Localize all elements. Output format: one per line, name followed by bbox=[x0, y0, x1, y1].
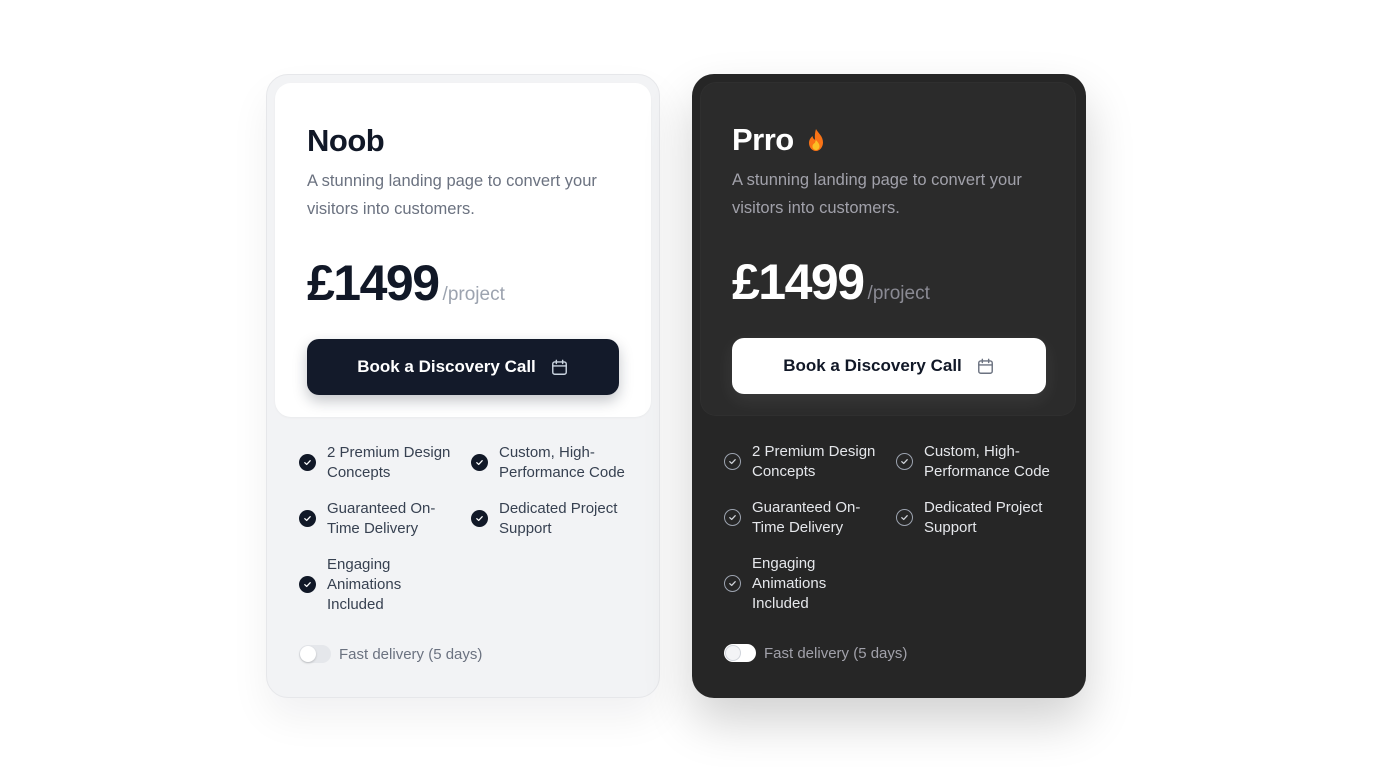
feature-text: Engaging Animations Included bbox=[752, 555, 827, 612]
check-circle-icon bbox=[896, 509, 913, 526]
check-circle-icon bbox=[724, 575, 741, 592]
plan-price: £1499 bbox=[732, 254, 865, 310]
pricing-card-noob: Noob A stunning landing page to convert … bbox=[266, 74, 660, 698]
plan-description: A stunning landing page to convert your … bbox=[307, 172, 597, 218]
feature-list: 2 Premium Design Concepts Custom, High-P… bbox=[299, 443, 639, 615]
plan-title-row: Prro bbox=[732, 116, 1044, 164]
feature-text: Guaranteed On-Time Delivery bbox=[752, 499, 861, 536]
pricing-card-header: Prro A stunning landing page to convert … bbox=[700, 82, 1076, 416]
check-circle-icon bbox=[471, 510, 488, 527]
feature-list: 2 Premium Design Concepts Custom, High-P… bbox=[724, 442, 1064, 614]
check-circle-icon bbox=[299, 510, 316, 527]
pricing-card-prro: Prro A stunning landing page to convert … bbox=[692, 74, 1086, 698]
feature-item: 2 Premium Design Concepts bbox=[724, 442, 896, 482]
feature-text: Custom, High-Performance Code bbox=[499, 444, 625, 481]
feature-item: Custom, High-Performance Code bbox=[896, 442, 1064, 482]
feature-item: Dedicated Project Support bbox=[471, 499, 639, 539]
calendar-icon bbox=[976, 357, 995, 376]
flame-icon bbox=[806, 128, 826, 152]
check-circle-icon bbox=[471, 454, 488, 471]
price-suffix: /project bbox=[442, 284, 505, 305]
feature-item: Engaging Animations Included bbox=[299, 555, 471, 615]
check-circle-icon bbox=[724, 453, 741, 470]
feature-item: Guaranteed On-Time Delivery bbox=[724, 498, 896, 538]
feature-text: Dedicated Project Support bbox=[499, 500, 618, 537]
feature-text: 2 Premium Design Concepts bbox=[752, 443, 876, 480]
calendar-icon bbox=[550, 358, 569, 377]
feature-text: 2 Premium Design Concepts bbox=[327, 444, 451, 481]
feature-item: Guaranteed On-Time Delivery bbox=[299, 499, 471, 539]
check-circle-icon bbox=[299, 576, 316, 593]
price-suffix: /project bbox=[867, 283, 930, 304]
feature-item: 2 Premium Design Concepts bbox=[299, 443, 471, 483]
check-circle-icon bbox=[299, 454, 316, 471]
fast-delivery-label: Fast delivery (5 days) bbox=[764, 644, 908, 662]
feature-text: Custom, High-Performance Code bbox=[924, 443, 1050, 480]
plan-title: Prro bbox=[732, 122, 794, 157]
fast-delivery-toggle[interactable] bbox=[724, 644, 756, 662]
fast-delivery-row: Fast delivery (5 days) bbox=[724, 644, 907, 662]
cta-label: Book a Discovery Call bbox=[357, 357, 536, 376]
price-row: £1499 /project bbox=[307, 253, 619, 313]
book-discovery-call-button[interactable]: Book a Discovery Call bbox=[307, 339, 619, 395]
price-row: £1499 /project bbox=[732, 252, 1044, 312]
plan-description: A stunning landing page to convert your … bbox=[732, 171, 1022, 217]
book-discovery-call-button[interactable]: Book a Discovery Call bbox=[732, 338, 1046, 394]
fast-delivery-row: Fast delivery (5 days) bbox=[299, 645, 482, 663]
feature-text: Dedicated Project Support bbox=[924, 499, 1043, 536]
feature-text: Engaging Animations Included bbox=[327, 556, 402, 613]
cta-label: Book a Discovery Call bbox=[783, 356, 962, 375]
plan-title: Noob bbox=[307, 123, 385, 158]
toggle-knob bbox=[300, 646, 316, 662]
check-circle-icon bbox=[724, 509, 741, 526]
plan-price: £1499 bbox=[307, 255, 440, 311]
feature-item: Custom, High-Performance Code bbox=[471, 443, 639, 483]
toggle-knob bbox=[725, 645, 741, 661]
fast-delivery-label: Fast delivery (5 days) bbox=[339, 645, 483, 663]
check-circle-icon bbox=[896, 453, 913, 470]
pricing-card-header: Noob A stunning landing page to convert … bbox=[275, 83, 651, 417]
feature-item: Dedicated Project Support bbox=[896, 498, 1064, 538]
feature-text: Guaranteed On-Time Delivery bbox=[327, 500, 436, 537]
feature-item: Engaging Animations Included bbox=[724, 554, 896, 614]
fast-delivery-toggle[interactable] bbox=[299, 645, 331, 663]
